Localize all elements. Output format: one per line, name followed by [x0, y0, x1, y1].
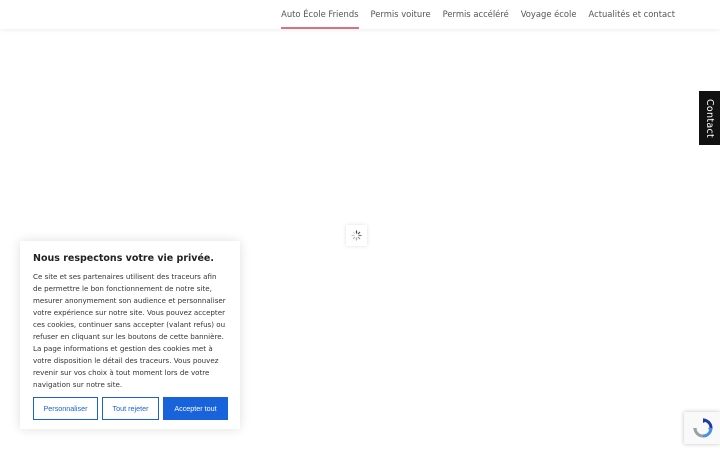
site-header: Auto École Friends Permis voiture Permis…	[0, 0, 720, 29]
page-loader	[346, 225, 367, 246]
accept-all-button[interactable]: Accepter tout	[163, 397, 228, 420]
cookie-banner-title: Nous respectons votre vie privée.	[33, 253, 214, 264]
nav-item-voyage-ecole[interactable]: Voyage école	[521, 0, 577, 29]
nav-item-permis-voiture[interactable]: Permis voiture	[371, 0, 431, 29]
cookie-banner-text: Ce site et ses partenaires utilisent des…	[33, 272, 226, 389]
contact-tab-label: Contact	[704, 98, 715, 138]
nav-item-permis-accelere[interactable]: Permis accéléré	[443, 0, 509, 29]
cookie-button-row: Personnaliser Tout rejeter Accepter tout	[33, 397, 228, 420]
loading-spinner-icon	[351, 230, 362, 241]
reject-all-button[interactable]: Tout rejeter	[102, 397, 159, 420]
contact-side-tab[interactable]: Contact	[699, 91, 720, 145]
nav-item-auto-ecole-friends[interactable]: Auto École Friends	[281, 0, 359, 29]
recaptcha-icon	[693, 418, 713, 438]
main-nav: Auto École Friends Permis voiture Permis…	[281, 0, 675, 29]
recaptcha-badge[interactable]	[684, 412, 720, 444]
cookie-consent-banner: Nous respectons votre vie privée. Ce sit…	[20, 241, 240, 429]
nav-item-actualites-contact[interactable]: Actualités et contact	[589, 0, 675, 29]
customize-button[interactable]: Personnaliser	[33, 397, 98, 420]
